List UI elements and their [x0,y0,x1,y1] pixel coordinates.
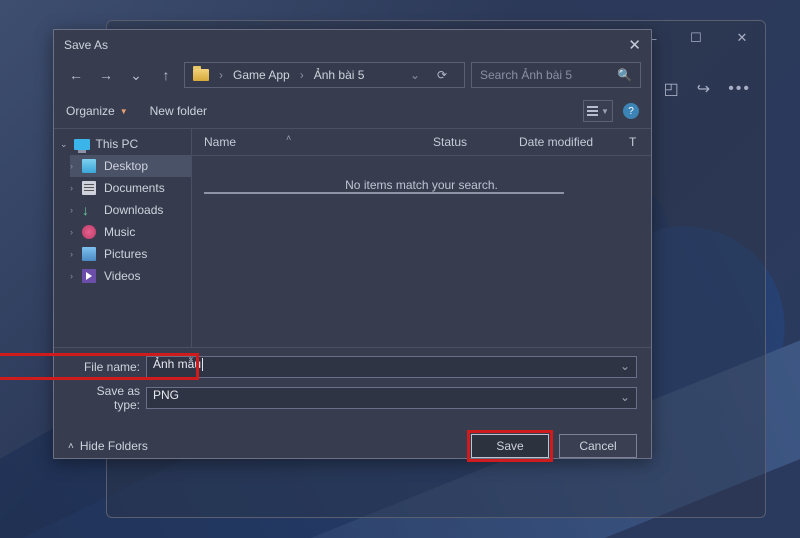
empty-message: No items match your search. [192,178,651,192]
save-as-dialog: Save As ✕ ← → ⌄ ↑ › Game App › Ảnh bài 5… [53,29,652,459]
caret-right-icon: › [70,271,73,281]
dialog-title: Save As [64,38,108,52]
share-icon[interactable]: ↪ [697,79,710,99]
folder-icon [193,69,209,81]
sidebar-item-documents[interactable]: › Documents [70,177,191,199]
path-dropdown-icon[interactable]: ⌄ [410,68,420,82]
nav-row: ← → ⌄ ↑ › Game App › Ảnh bài 5 ⌄ ⟳ Searc… [54,60,651,96]
documents-icon [82,181,96,195]
sidebar-item-downloads[interactable]: › Downloads [70,199,191,221]
caret-right-icon: › [70,205,73,215]
horizontal-scrollbar[interactable] [204,192,564,194]
up-button[interactable]: ↑ [154,63,178,87]
column-headers: Name ˄ Status Date modified T [192,129,651,156]
videos-icon [82,269,96,283]
folder-tree: ⌄ This PC › Desktop › Documents › [54,129,192,347]
dialog-titlebar: Save As ✕ [54,30,651,60]
pictures-icon [82,247,96,261]
col-name[interactable]: Name ˄ [204,135,433,149]
crumb-anhbai5[interactable]: Ảnh bài 5 [314,68,365,82]
col-type[interactable]: T [629,135,639,149]
pc-icon [74,139,90,150]
desktop-icon [82,159,96,173]
chevron-up-icon: ˄ [68,441,74,452]
chevron-down-icon[interactable]: ⌄ [124,63,148,87]
col-date[interactable]: Date modified [519,135,629,149]
list-icon [587,106,598,116]
chevron-down-icon: ▼ [601,107,609,116]
text-caret [202,358,203,371]
save-button[interactable]: Save [471,434,549,458]
sidebar-item-music[interactable]: › Music [70,221,191,243]
panel-icon[interactable]: ◰ [664,79,679,99]
caret-right-icon: › [70,161,73,171]
caret-right-icon: › [70,183,73,193]
saveastype-select[interactable]: PNG [146,387,637,409]
view-options-button[interactable]: ▼ [583,100,613,122]
back-button[interactable]: ← [64,63,88,87]
maximize-button[interactable]: ☐ [673,21,719,55]
sort-asc-icon: ˄ [286,133,291,143]
close-icon[interactable]: ✕ [628,36,641,54]
filename-input[interactable]: Ảnh mẫu [146,356,637,378]
sidebar-item-videos[interactable]: › Videos [70,265,191,287]
app-toolbar: ◰ ↪ ••• [664,79,751,99]
cancel-button[interactable]: Cancel [559,434,637,458]
file-list-pane: Name ˄ Status Date modified T No items m… [192,129,651,347]
organize-menu[interactable]: Organize ▼ [66,104,128,118]
sidebar-item-desktop[interactable]: › Desktop [70,155,191,177]
downloads-icon [82,203,96,217]
caret-down-icon: ⌄ [60,139,68,150]
search-placeholder: Search Ảnh bài 5 [480,68,572,82]
new-folder-button[interactable]: New folder [150,104,207,118]
crumb-gameapp[interactable]: Game App [233,68,290,82]
col-status[interactable]: Status [433,135,519,149]
caret-right-icon: › [70,227,73,237]
hide-folders-toggle[interactable]: ˄ Hide Folders [68,439,148,453]
refresh-icon[interactable]: ⟳ [428,68,456,82]
saveastype-label: Save as type: [68,384,140,412]
search-input[interactable]: Search Ảnh bài 5 🔍 [471,62,641,88]
tree-root-thispc[interactable]: ⌄ This PC [54,133,191,155]
more-icon[interactable]: ••• [728,80,751,98]
search-icon: 🔍 [617,68,632,82]
filename-label: File name: [68,360,140,374]
help-icon[interactable]: ? [623,103,639,119]
sidebar-item-pictures[interactable]: › Pictures [70,243,191,265]
close-button[interactable]: ✕ [719,21,765,55]
music-icon [82,225,96,239]
caret-right-icon: › [70,249,73,259]
dialog-toolbar: Organize ▼ New folder ▼ ? [54,96,651,128]
breadcrumb[interactable]: › Game App › Ảnh bài 5 ⌄ ⟳ [184,62,465,88]
forward-button[interactable]: → [94,63,118,87]
chevron-down-icon: ▼ [120,107,128,116]
